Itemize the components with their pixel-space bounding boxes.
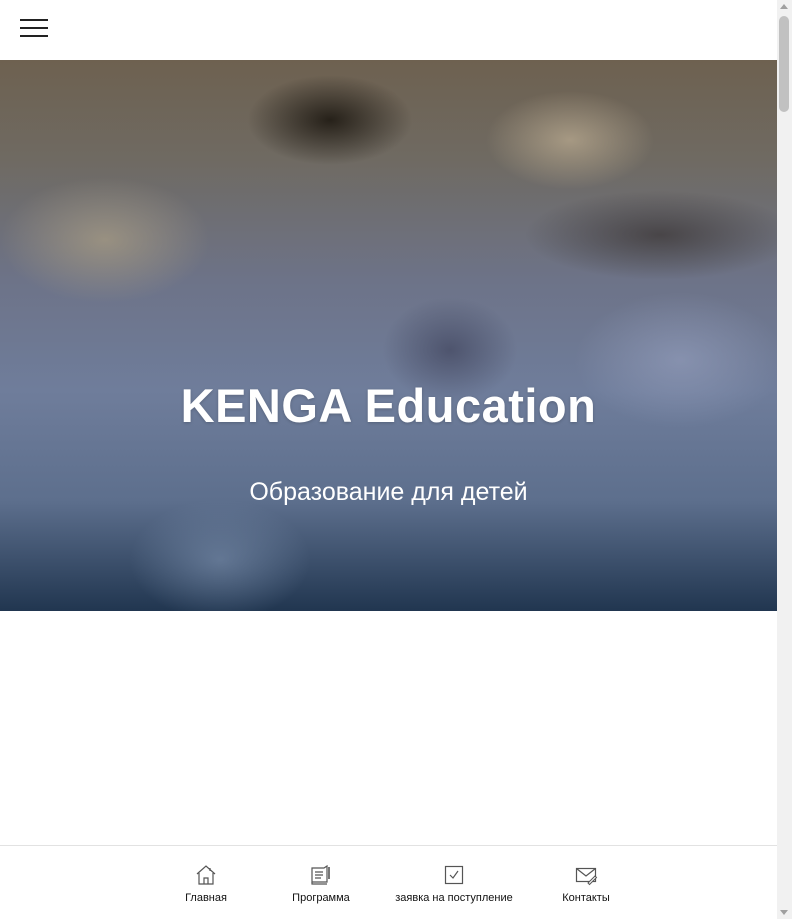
scroll-thumb[interactable] xyxy=(779,16,789,112)
home-icon xyxy=(196,865,216,885)
nav-item-contacts[interactable]: Контакты xyxy=(555,863,617,904)
hero-title: KENGA Education xyxy=(180,379,597,432)
page: KENGA Education Образование для детей Гл… xyxy=(0,0,777,919)
hero-banner: KENGA Education Образование для детей xyxy=(0,60,777,611)
nav-item-application[interactable]: заявка на поступление xyxy=(390,863,518,904)
nav-item-label: Главная xyxy=(185,892,227,904)
nav-item-home[interactable]: Главная xyxy=(172,863,240,904)
nav-item-program[interactable]: Программа xyxy=(286,863,356,904)
hamburger-menu-icon[interactable] xyxy=(20,18,48,38)
checkbox-icon xyxy=(444,865,464,885)
scroll-up-arrow-icon[interactable] xyxy=(780,4,788,9)
nav-item-label: заявка на поступление xyxy=(395,892,513,904)
hero-subtitle: Образование для детей xyxy=(249,478,528,506)
header xyxy=(0,0,777,60)
program-icon xyxy=(311,864,330,885)
bottom-nav: Главная Программа заявка на поступление xyxy=(0,845,777,919)
vertical-scrollbar[interactable] xyxy=(777,0,792,919)
nav-item-label: Программа xyxy=(292,892,350,904)
scroll-down-arrow-icon[interactable] xyxy=(780,910,788,915)
nav-item-label: Контакты xyxy=(562,892,610,904)
envelope-icon xyxy=(575,867,598,886)
